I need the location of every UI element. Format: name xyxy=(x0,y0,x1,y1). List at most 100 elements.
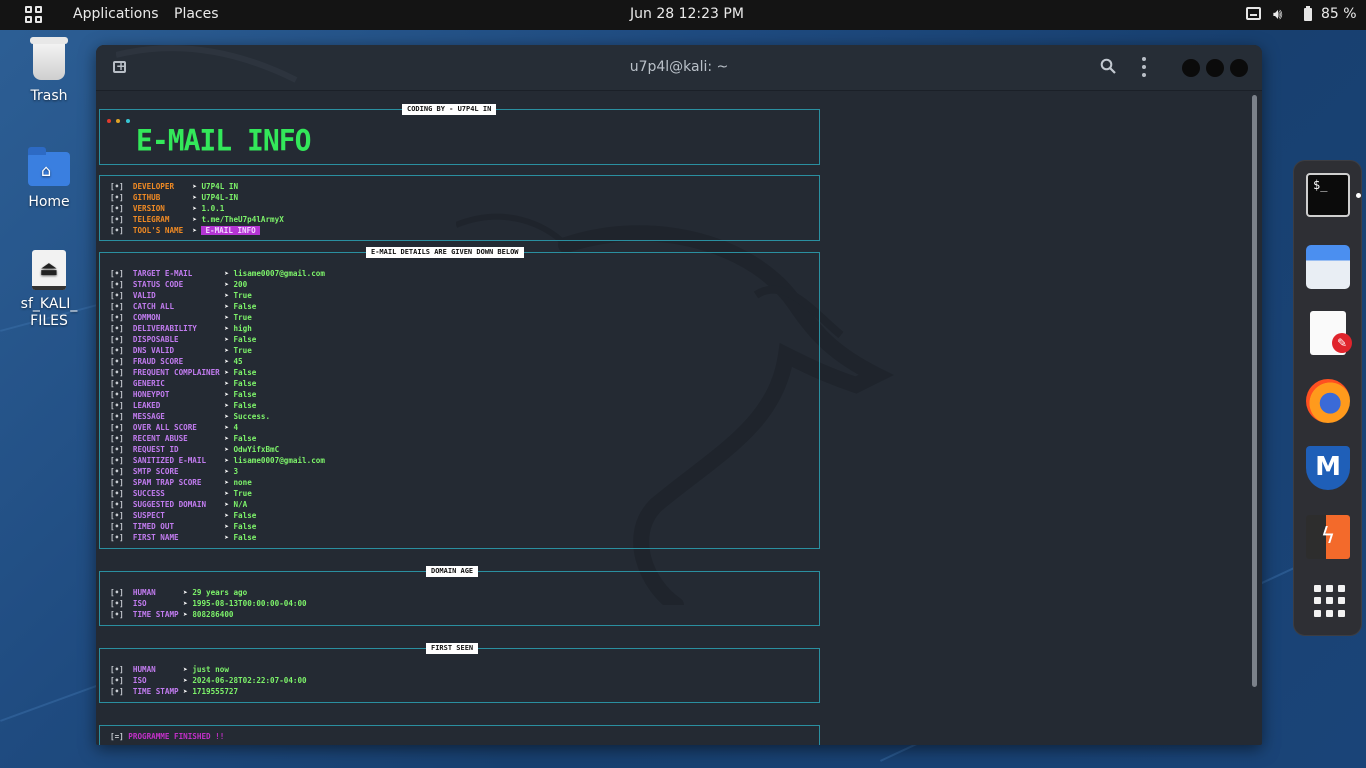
detail-key: TIME STAMP xyxy=(132,687,179,696)
detail-value: 1995-08-13T00:00:00-04:00 xyxy=(192,599,307,608)
detail-key: SUCCESS xyxy=(132,489,220,498)
detail-row: [•] SUSPECT ➤ False xyxy=(110,510,256,521)
desktop-icon-label: sf_KALI_ FILES xyxy=(20,296,78,329)
detail-value: False xyxy=(233,511,257,520)
battery-icon[interactable] xyxy=(1304,6,1312,21)
clock[interactable]: Jun 28 12:23 PM xyxy=(630,6,744,22)
bullet: [•] xyxy=(110,489,124,498)
bullet: [•] xyxy=(110,401,124,410)
detail-row: [•] ISO ➤ 1995-08-13T00:00:00-04:00 xyxy=(110,598,307,609)
bullet: [•] xyxy=(110,445,124,454)
bullet: [•] xyxy=(110,599,124,608)
detail-row: [•] SMTP SCORE ➤ 3 xyxy=(110,466,238,477)
bullet: [•] xyxy=(110,467,124,476)
scrollbar[interactable] xyxy=(1252,95,1257,687)
banner-title: E-MAIL INFO xyxy=(136,123,311,158)
desktop-icon-label: Home xyxy=(28,194,70,210)
terminal-window[interactable]: u7p4l@kali: ~ E-MAIL INFO CODING BY - U7… xyxy=(96,45,1262,745)
notification-icon[interactable] xyxy=(1246,7,1261,20)
coding-by-label: CODING BY - U7P4L IN xyxy=(395,104,503,115)
burpsuite-app-icon[interactable]: ϟ xyxy=(1306,515,1350,559)
search-icon[interactable] xyxy=(1100,58,1116,74)
home-folder-icon: ⌂ xyxy=(28,147,70,186)
detail-key: COMMON xyxy=(132,313,220,322)
detail-value: False xyxy=(233,368,257,377)
detail-row: [•] OVER ALL SCORE ➤ 4 xyxy=(110,422,238,433)
desktop-icon-drive[interactable]: ⏏ sf_KALI_ FILES xyxy=(16,250,82,330)
detail-key: SPAM TRAP SCORE xyxy=(132,478,220,487)
detail-value: False xyxy=(233,302,257,311)
bullet: [•] xyxy=(110,533,124,542)
minimize-button[interactable] xyxy=(1182,59,1200,77)
bullet: [•] xyxy=(110,522,124,531)
bullet: [•] xyxy=(110,357,124,366)
text-editor-app-icon[interactable]: ✎ xyxy=(1310,311,1352,355)
detail-value: False xyxy=(233,390,257,399)
first-seen-label: FIRST SEEN xyxy=(419,643,485,654)
bullet: [•] xyxy=(110,412,124,421)
bullet: [•] xyxy=(110,478,124,487)
detail-key: SMTP SCORE xyxy=(132,467,220,476)
detail-key: GENERIC xyxy=(132,379,220,388)
places-menu[interactable]: Places xyxy=(174,6,219,22)
detail-row: [•] DISPOSABLE ➤ False xyxy=(110,334,256,345)
grid-icon[interactable] xyxy=(25,6,42,23)
detail-value: OdwYifxBmC xyxy=(233,445,280,454)
files-app-icon[interactable] xyxy=(1306,245,1350,289)
detail-key: SANITIZED E-MAIL xyxy=(132,456,220,465)
detail-row: [•] VALID ➤ True xyxy=(110,290,252,301)
detail-key: TIME STAMP xyxy=(132,610,179,619)
email-details-label: E-MAIL DETAILS ARE GIVEN DOWN BELOW xyxy=(360,247,530,258)
maximize-button[interactable] xyxy=(1206,59,1224,77)
bullet: [•] xyxy=(110,313,124,322)
detail-row: [•] CATCH ALL ➤ False xyxy=(110,301,256,312)
detail-key: HUMAN xyxy=(132,588,179,597)
bullet: [•] xyxy=(110,456,124,465)
bullet: [•] xyxy=(110,368,124,377)
kebab-menu-icon[interactable] xyxy=(1142,57,1146,77)
detail-row: [•] TIME STAMP ➤ 808286400 xyxy=(110,609,233,620)
detail-value: 200 xyxy=(233,280,248,289)
bullet: [•] xyxy=(110,390,124,399)
detail-key: VALID xyxy=(132,291,220,300)
trash-icon xyxy=(30,37,68,80)
finished-row: [=] PROGRAMME FINISHED !! xyxy=(110,732,225,741)
applications-menu[interactable]: Applications xyxy=(73,6,159,22)
info-box: [•] DEVELOPER ➤ U7P4L IN [•] GITHUB ➤ U7… xyxy=(99,175,820,241)
terminal-app-icon[interactable]: $_ xyxy=(1306,173,1350,217)
detail-value: 2024-06-28T02:22:07-04:00 xyxy=(192,676,307,685)
detail-key: SUGGESTED DOMAIN xyxy=(132,500,220,509)
detail-row: [•] DELIVERABILITY ➤ high xyxy=(110,323,252,334)
detail-value: high xyxy=(233,324,252,333)
detail-value: True xyxy=(233,346,252,355)
metasploit-app-icon[interactable]: M xyxy=(1306,446,1350,490)
arrow-icon: ➤ xyxy=(183,665,193,674)
volume-icon[interactable]: 🔊︎ xyxy=(1273,5,1282,23)
bullet: [•] xyxy=(110,676,124,685)
arrow-icon: ➤ xyxy=(183,610,193,619)
arrow-icon: ➤ xyxy=(183,687,193,696)
detail-row: [•] DNS VALID ➤ True xyxy=(110,345,252,356)
detail-value: 45 xyxy=(233,357,243,366)
detail-value: 29 years ago xyxy=(192,588,248,597)
arrow-icon: ➤ xyxy=(183,588,193,597)
detail-value: just now xyxy=(192,665,229,674)
detail-value: True xyxy=(233,489,252,498)
yellow-dot xyxy=(116,119,120,123)
detail-row: [•] ISO ➤ 2024-06-28T02:22:07-04:00 xyxy=(110,675,307,686)
detail-value: N/A xyxy=(233,500,248,509)
desktop-icon-home[interactable]: ⌂ Home xyxy=(20,147,78,210)
desktop-icon-trash[interactable]: Trash xyxy=(20,37,78,104)
detail-row: [•] TIME STAMP ➤ 1719555727 xyxy=(110,686,238,697)
show-apps-icon[interactable] xyxy=(1306,579,1350,623)
detail-key: FIRST NAME xyxy=(132,533,220,542)
dock: $_ ✎ M ϟ xyxy=(1293,160,1362,636)
detail-key: SUSPECT xyxy=(132,511,220,520)
eject-drive-icon: ⏏ xyxy=(32,250,66,290)
detail-value: Success. xyxy=(233,412,271,421)
firefox-app-icon[interactable] xyxy=(1306,379,1350,423)
close-button[interactable] xyxy=(1230,59,1248,77)
arrow-icon: ➤ xyxy=(183,676,193,685)
bullet: [•] xyxy=(110,379,124,388)
arrow-icon: ➤ xyxy=(183,599,193,608)
